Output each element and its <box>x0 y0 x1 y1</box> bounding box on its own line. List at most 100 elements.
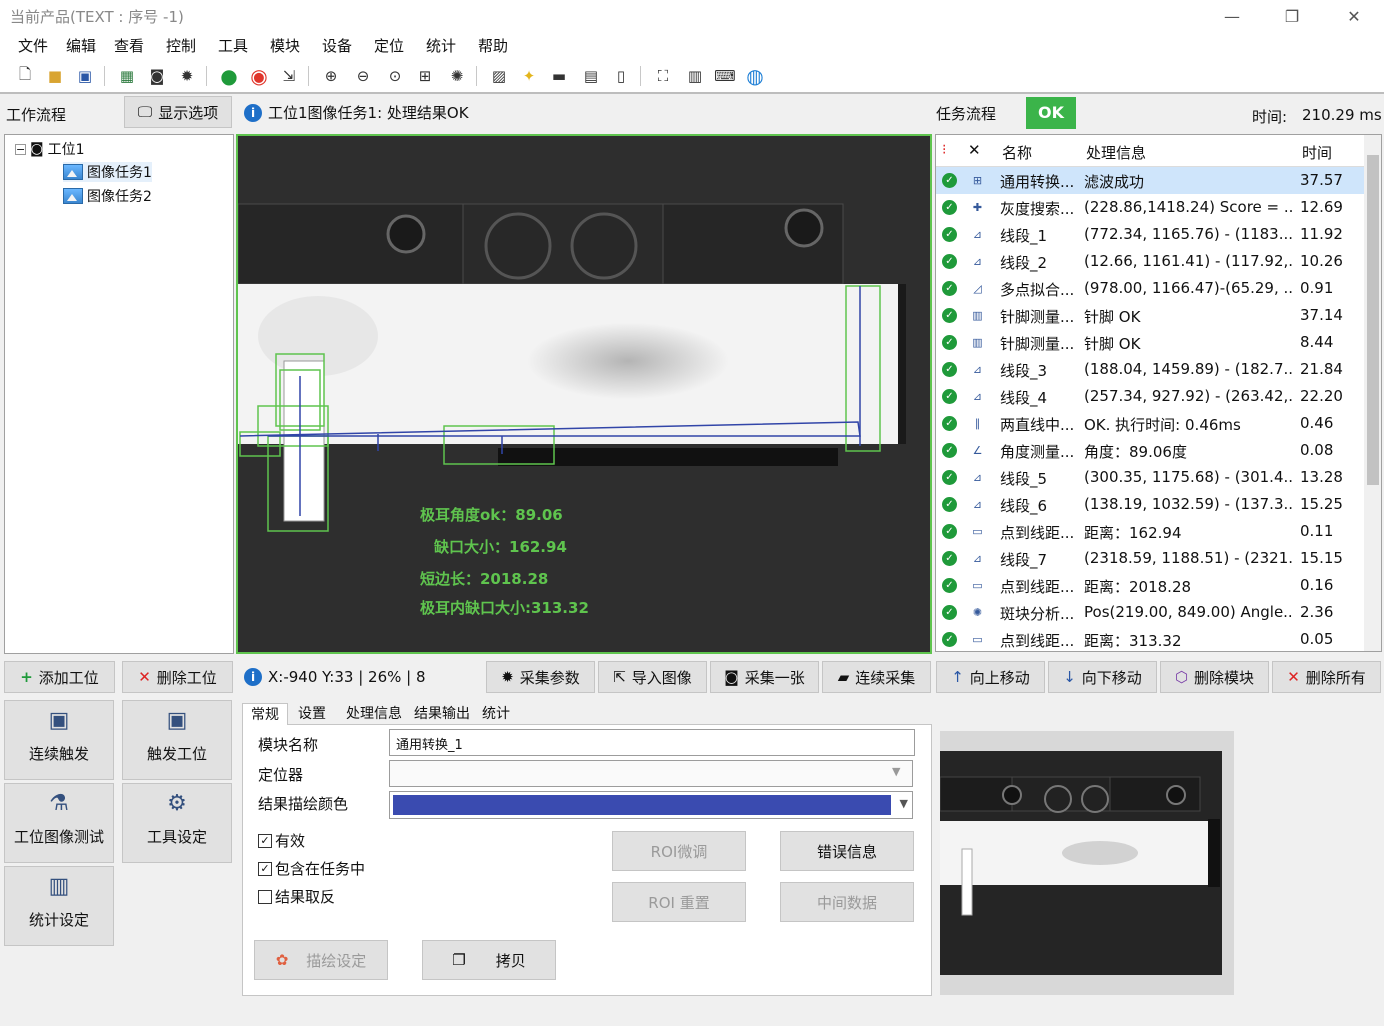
tab-settings[interactable]: 设置 <box>290 703 334 725</box>
station-image-test-button[interactable]: ⚗ 工位图像测试 <box>4 783 114 863</box>
table-row[interactable]: ✓ ⊿ 线段_7 (2318.59, 1188.51) - (2321... 15.15 <box>936 545 1364 572</box>
intermediate-data-button[interactable]: 中间数据 <box>780 882 914 922</box>
grid-icon[interactable]: ▦ <box>116 65 138 87</box>
table-row[interactable]: ✓ ⊿ 线段_1 (772.34, 1165.76) - (1183.... 11.92 <box>936 221 1364 248</box>
menu-view[interactable]: 查看 <box>114 35 144 56</box>
trigger-station-button[interactable]: ▣ 触发工位 <box>122 700 232 780</box>
panel-icon[interactable]: ▯ <box>610 65 632 87</box>
delete-module-button[interactable]: ⬡ 删除模块 <box>1160 661 1269 693</box>
help-icon[interactable]: ◍ <box>744 64 766 88</box>
display-options-button[interactable]: 🖵 显示选项 <box>124 96 232 128</box>
table-row[interactable]: ✓ ▥ 针脚测量... 针脚 OK 8.44 <box>936 329 1364 356</box>
color-select[interactable]: ▼ <box>389 791 913 819</box>
restore-button[interactable]: ❐ <box>1272 4 1312 30</box>
scrollbar-thumb[interactable] <box>1367 155 1379 485</box>
stop-icon[interactable]: ◉ <box>248 64 270 88</box>
move-down-button[interactable]: ↓ 向下移动 <box>1048 661 1157 693</box>
add-station-button[interactable]: + 添加工位 <box>4 661 115 693</box>
camera-icon[interactable]: ◙ <box>146 65 168 87</box>
image-icon[interactable]: ▨ <box>488 65 510 87</box>
checkbox-checked[interactable]: ✓ <box>258 833 272 848</box>
roi-reset-button[interactable]: ROI 重置 <box>612 882 746 922</box>
collapse-icon[interactable]: − <box>15 143 26 155</box>
table-row[interactable]: ✓ ⊿ 线段_4 (257.34, 927.92) - (263.42,... 22.2… <box>936 383 1364 410</box>
minimize-button[interactable]: — <box>1212 4 1252 30</box>
column-name[interactable]: 名称 <box>1002 142 1032 163</box>
delete-all-button[interactable]: ✕ 删除所有 <box>1272 661 1381 693</box>
table-row[interactable]: ✓ ⊿ 线段_5 (300.35, 1175.68) - (301.4... 13.28 <box>936 464 1364 491</box>
open-folder-icon[interactable]: ■ <box>44 65 66 87</box>
run-icon[interactable]: ● <box>218 64 240 88</box>
toolbox-icon[interactable]: ▬ <box>548 65 570 87</box>
table-row[interactable]: ✓ ⊿ 线段_2 (12.66, 1161.41) - (117.92,... 10.2… <box>936 248 1364 275</box>
device-icon[interactable]: ▤ <box>580 65 602 87</box>
table-row[interactable]: ✓ ◿ 多点拟合... (978.00, 1166.47)-(65.29, ... 0.… <box>936 275 1364 302</box>
zoom-fit-icon[interactable]: ⊙ <box>384 65 406 87</box>
chevron-down-icon[interactable]: ▼ <box>892 765 900 778</box>
tree-node-station[interactable]: − ◙ 工位1 <box>15 139 85 159</box>
roi-tune-button[interactable]: ROI微调 <box>612 831 746 871</box>
module-name-field[interactable]: 通用转换_1 <box>389 729 915 756</box>
close-button[interactable]: ✕ <box>1334 4 1374 30</box>
export-icon[interactable]: ⇲ <box>278 65 300 87</box>
column-info[interactable]: 处理信息 <box>1086 142 1146 163</box>
new-file-icon[interactable]: 🗋 <box>14 65 36 87</box>
continuous-trigger-button[interactable]: ▣ 连续触发 <box>4 700 114 780</box>
capture-params-button[interactable]: ✹ 采集参数 <box>486 661 595 693</box>
table-row[interactable]: ✓ ⊿ 线段_6 (138.19, 1032.59) - (137.3... 15.25 <box>936 491 1364 518</box>
tab-processing-info[interactable]: 处理信息 <box>338 703 410 725</box>
delete-station-button[interactable]: ✕ 删除工位 <box>122 661 233 693</box>
fullscreen-icon[interactable]: ⛶ <box>652 65 674 87</box>
column-time[interactable]: 时间 <box>1302 142 1332 163</box>
menu-module[interactable]: 模块 <box>270 35 300 56</box>
checkbox-checked[interactable]: ✓ <box>258 861 272 876</box>
menu-locate[interactable]: 定位 <box>374 35 404 56</box>
tree-node-task-2[interactable]: 图像任务2 <box>63 186 152 206</box>
statistics-settings-button[interactable]: ▥ 统计设定 <box>4 866 114 946</box>
menu-edit[interactable]: 编辑 <box>66 35 96 56</box>
settings-icon[interactable]: ✺ <box>446 65 468 87</box>
menu-control[interactable]: 控制 <box>166 35 196 56</box>
move-up-button[interactable]: ↑ 向上移动 <box>936 661 1045 693</box>
menu-device[interactable]: 设备 <box>322 35 352 56</box>
table-row[interactable]: ✓ ▭ 点到线距... 距离：313.32 0.05 <box>936 626 1364 651</box>
table-row[interactable]: ✓ ▭ 点到线距... 距离：2018.28 0.16 <box>936 572 1364 599</box>
measure-icon[interactable]: ⊞ <box>414 65 436 87</box>
tab-statistics[interactable]: 统计 <box>474 703 518 725</box>
capture-one-button[interactable]: ◙ 采集一张 <box>710 661 819 693</box>
checkbox-unchecked[interactable] <box>258 889 272 904</box>
import-image-button[interactable]: ⇱ 导入图像 <box>598 661 707 693</box>
invert-checkbox[interactable]: 结果取反 <box>258 886 335 907</box>
menu-tools[interactable]: 工具 <box>218 35 248 56</box>
save-icon[interactable]: ▣ <box>74 65 96 87</box>
scrollbar[interactable] <box>1364 135 1381 651</box>
menu-file[interactable]: 文件 <box>18 35 48 56</box>
image-viewer[interactable]: 极耳角度ok：89.06 缺口大小：162.94 短边长：2018.28 极耳内… <box>236 134 932 654</box>
table-row[interactable]: ✓ ∠ 角度测量... 角度：89.06度 0.08 <box>936 437 1364 464</box>
keyboard-icon[interactable]: ⌨ <box>714 65 736 87</box>
table-row[interactable]: ✓ ⊞ 通用转换... 滤波成功 37.57 <box>936 167 1364 194</box>
tree-node-task-1[interactable]: 图像任务1 <box>63 162 152 182</box>
copy-button[interactable]: ❐ 拷贝 <box>422 940 556 980</box>
continuous-capture-button[interactable]: ▰ 连续采集 <box>822 661 931 693</box>
tab-result-output[interactable]: 结果输出 <box>406 703 478 725</box>
menu-help[interactable]: 帮助 <box>478 35 508 56</box>
tool-settings-button[interactable]: ⚙ 工具设定 <box>122 783 232 863</box>
menu-statistics[interactable]: 统计 <box>426 35 456 56</box>
table-row[interactable]: ✓ ∥ 两直线中... OK. 执行时间: 0.46ms 0.46 <box>936 410 1364 437</box>
table-row[interactable]: ✓ ▭ 点到线距... 距离：162.94 0.11 <box>936 518 1364 545</box>
bulb-icon[interactable]: ✦ <box>518 65 540 87</box>
table-row[interactable]: ✓ ▥ 针脚测量... 针脚 OK 37.14 <box>936 302 1364 329</box>
tab-general[interactable]: 常规 <box>242 703 288 725</box>
zoom-in-icon[interactable]: ⊕ <box>320 65 342 87</box>
table-row[interactable]: ✓ ⊿ 线段_3 (188.04, 1459.89) - (182.7... 21.84 <box>936 356 1364 383</box>
table-row[interactable]: ✓ ✺ 斑块分析... Pos(219.00, 849.00) Angle... 2.3… <box>936 599 1364 626</box>
gear-icon[interactable]: ✹ <box>176 65 198 87</box>
error-info-button[interactable]: 错误信息 <box>780 831 914 871</box>
valid-checkbox[interactable]: ✓ 有效 <box>258 830 305 851</box>
zoom-out-icon[interactable]: ⊖ <box>352 65 374 87</box>
include-checkbox[interactable]: ✓ 包含在任务中 <box>258 858 365 879</box>
table-row[interactable]: ✓ ✚ 灰度搜索... (228.86,1418.24) Score = ... 12.… <box>936 194 1364 221</box>
calculator-icon[interactable]: ▥ <box>684 65 706 87</box>
draw-settings-button[interactable]: ✿ 描绘设定 <box>254 940 388 980</box>
